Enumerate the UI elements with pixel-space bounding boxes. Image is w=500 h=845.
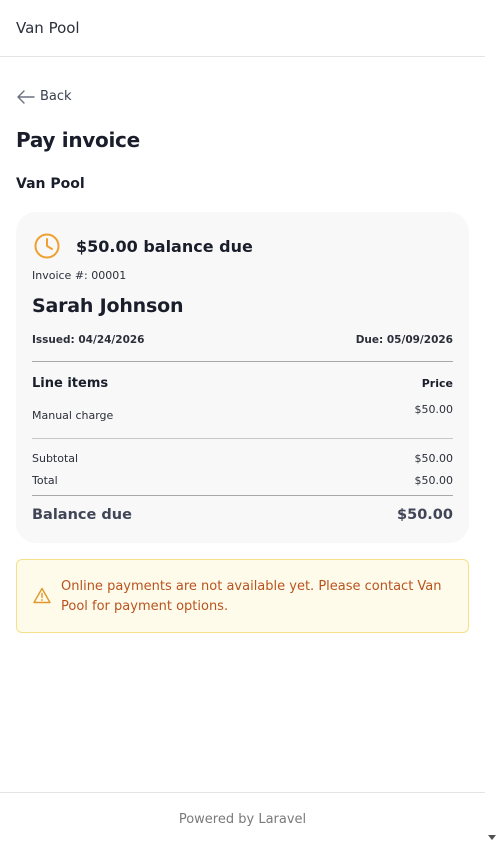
line-item-row: Manual charge $50.00 xyxy=(32,403,453,422)
organization-name: Van Pool xyxy=(16,176,85,192)
line-items-header: Line items Price xyxy=(32,376,453,391)
divider xyxy=(32,438,453,439)
footer: Powered by Laravel xyxy=(0,792,485,845)
subtotal-value: $50.00 xyxy=(414,452,454,465)
scroll-down-arrow-icon[interactable] xyxy=(488,835,496,840)
issued-date: Issued: 04/24/2026 xyxy=(32,334,145,346)
divider xyxy=(32,495,453,496)
balance-due-row: Balance due $50.00 xyxy=(32,507,453,523)
warning-icon xyxy=(33,587,51,604)
total-label: Total xyxy=(32,474,58,487)
divider xyxy=(32,361,453,362)
balance-due-value: $50.00 xyxy=(397,507,453,523)
customer-name: Sarah Johnson xyxy=(32,295,184,317)
balance-due-header: $50.00 balance due xyxy=(32,231,253,261)
brand-name: Van Pool xyxy=(16,19,80,37)
back-label: Back xyxy=(40,89,72,104)
total-row: Total $50.00 xyxy=(32,474,453,487)
subtotal-label: Subtotal xyxy=(32,452,79,465)
payment-unavailable-alert: Online payments are not available yet. P… xyxy=(16,559,469,633)
line-item-description: Manual charge xyxy=(32,409,114,422)
footer-text: Powered by Laravel xyxy=(178,811,307,827)
invoice-number: Invoice #: 00001 xyxy=(32,269,127,282)
subtotal-row: Subtotal $50.00 xyxy=(32,452,453,465)
total-value: $50.00 xyxy=(414,474,454,487)
invoice-card: $50.00 balance due Invoice #: 00001 Sara… xyxy=(16,212,469,543)
arrow-left-icon xyxy=(17,89,35,104)
alert-message: Online payments are not available yet. P… xyxy=(61,579,442,614)
clock-icon xyxy=(34,233,60,259)
due-date: Due: 05/09/2026 xyxy=(355,334,453,346)
page-title: Pay invoice xyxy=(16,128,140,152)
line-items-title: Line items xyxy=(32,376,109,391)
line-item-price: $50.00 xyxy=(414,403,454,416)
invoice-dates: Issued: 04/24/2026 Due: 05/09/2026 xyxy=(32,334,453,346)
balance-due-label: Balance due xyxy=(32,507,132,523)
price-column-header: Price xyxy=(421,377,453,390)
scrollbar[interactable] xyxy=(485,0,500,845)
balance-due-heading: $50.00 balance due xyxy=(76,236,253,256)
back-link[interactable]: Back xyxy=(16,89,72,104)
top-bar: Van Pool xyxy=(0,0,485,57)
page: Van Pool Back Pay invoice Van Pool $50.0… xyxy=(0,0,485,845)
